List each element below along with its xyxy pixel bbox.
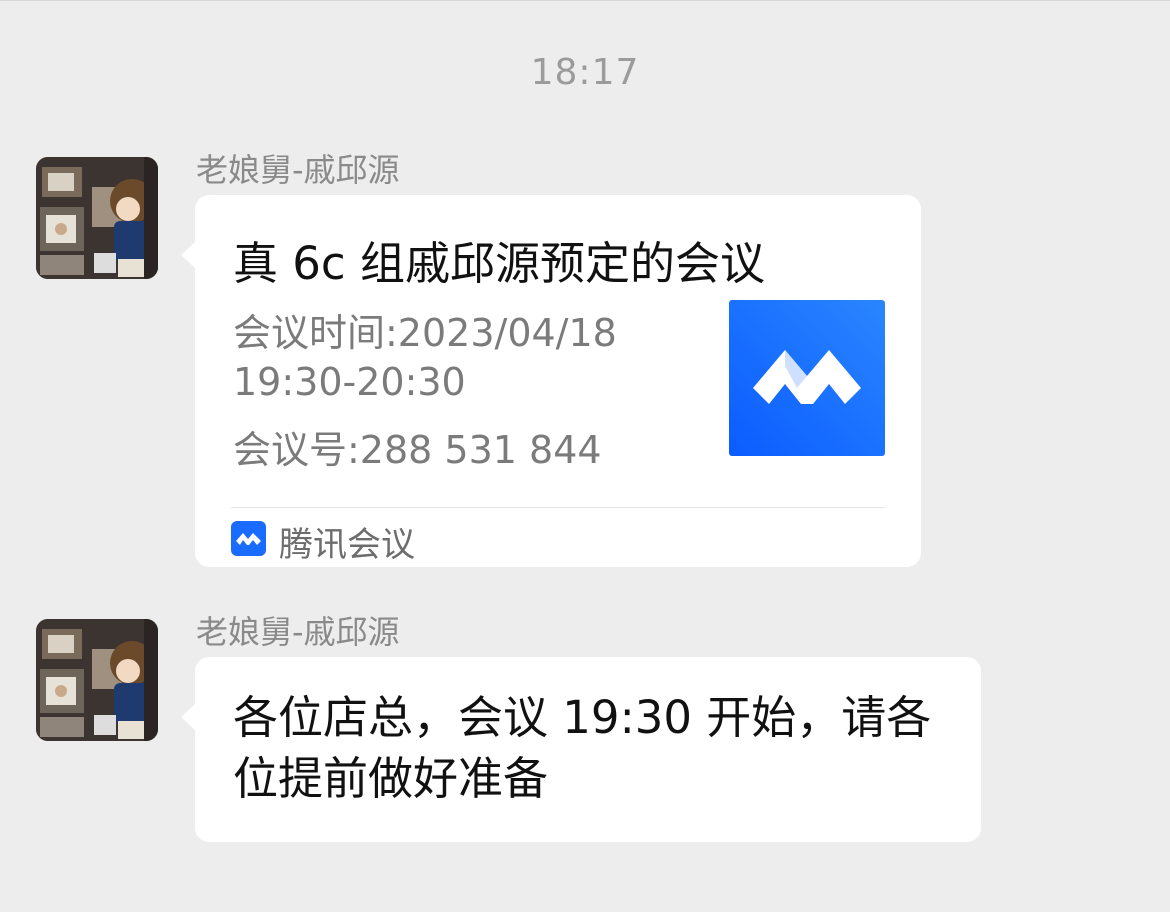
message-text: 各位店总，会议 19:30 开始，请各位提前做好准备	[233, 691, 932, 805]
meeting-card-title: 真 6c 组戚邱源预定的会议	[233, 237, 765, 290]
tencent-meeting-small-icon	[231, 521, 266, 556]
cartoon-avatar-icon	[36, 619, 158, 741]
sender-name: 老娘舅-戚邱源	[196, 613, 400, 651]
meeting-id: 会议号:288 531 844	[233, 428, 602, 472]
text-message-bubble[interactable]: 各位店总，会议 19:30 开始，请各位提前做好准备	[181, 657, 981, 842]
sender-name: 老娘舅-戚邱源	[196, 151, 400, 189]
chat-timestamp: 18:17	[530, 52, 640, 93]
sender-avatar[interactable]	[36, 619, 158, 741]
app-name: 腾讯会议	[279, 525, 415, 565]
top-divider	[0, 0, 1170, 1]
meeting-time-range: 19:30-20:30	[233, 360, 466, 404]
meeting-time: 会议时间:2023/04/18	[233, 311, 617, 355]
sender-avatar[interactable]	[36, 157, 158, 279]
meeting-card[interactable]: 真 6c 组戚邱源预定的会议 会议时间:2023/04/18 19:30-20:…	[181, 195, 921, 567]
card-divider	[231, 507, 885, 508]
cartoon-avatar-icon	[36, 157, 158, 279]
tencent-meeting-logo-icon	[729, 300, 885, 456]
